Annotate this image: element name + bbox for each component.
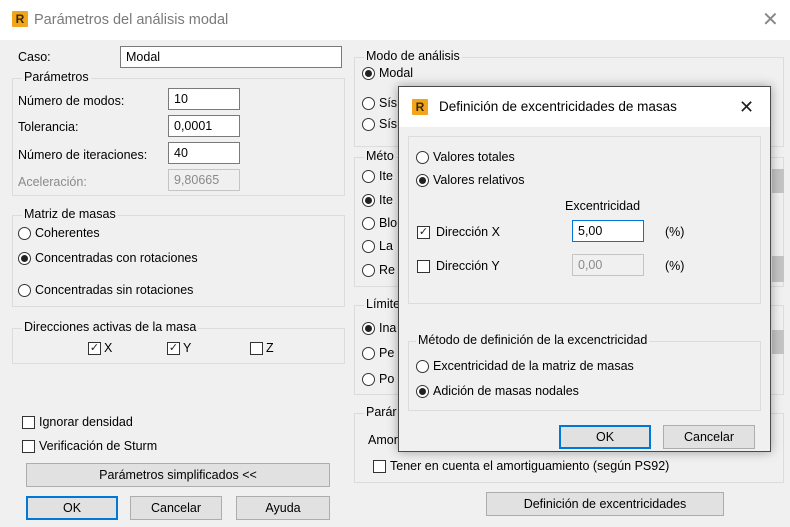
parametros2-legend: Parár <box>364 405 399 419</box>
metodo-excentricidad-legend: Método de definición de la excenctricida… <box>416 333 650 347</box>
num-modos-field[interactable]: 10 <box>168 88 240 110</box>
matriz-masas-legend: Matriz de masas <box>22 207 118 221</box>
excentricidades-dialog: R Definición de excentricidades de masas… <box>398 86 771 452</box>
close-icon[interactable]: ✕ <box>762 10 779 30</box>
excentricidad-matriz-radio[interactable] <box>416 360 429 373</box>
limite-1-label: Ina <box>379 321 397 335</box>
amortiguamiento-field-label: Amor <box>368 433 398 447</box>
app-logo-icon: R <box>12 11 28 27</box>
modo-analisis-legend: Modo de análisis <box>364 49 462 63</box>
tolerancia-field[interactable]: 0,0001 <box>168 115 240 137</box>
aceleracion-field: 9,80665 <box>168 169 240 191</box>
limite-2-label: Pe <box>379 346 395 360</box>
concentradas-con-rotaciones-label: Concentradas con rotaciones <box>35 251 198 265</box>
excentricidad-x-field[interactable]: 5,00 <box>572 220 644 242</box>
title-bar: R Parámetros del análisis modal ✕ <box>0 0 790 40</box>
dialog-title-bar: R Definición de excentricidades de masas… <box>399 87 770 127</box>
num-modos-label: Número de modos: <box>18 94 125 108</box>
excentricidad-x-unit: (%) <box>665 225 685 239</box>
caso-label: Caso: <box>18 50 51 64</box>
parametros-simplificados-button[interactable]: Parámetros simplificados << <box>26 463 330 487</box>
direccion-x-dialog-checkbox[interactable] <box>417 226 430 239</box>
excentricidad-y-unit: (%) <box>665 259 685 273</box>
num-iteraciones-field[interactable]: 40 <box>168 142 240 164</box>
limite-1-radio[interactable] <box>362 322 375 335</box>
direccion-z-checkbox[interactable] <box>250 342 263 355</box>
metodo-row-bar-2 <box>772 256 784 282</box>
direccion-y-dialog-label: Dirección Y <box>436 259 500 273</box>
metodo-2-label: Ite <box>379 193 393 207</box>
main-window: R Parámetros del análisis modal ✕ Caso: … <box>0 0 790 527</box>
modo-sismico-1-radio[interactable] <box>362 97 375 110</box>
metodo-excentricidad-group <box>408 341 761 411</box>
aceleracion-label: Aceleración: <box>18 175 87 189</box>
modo-modal-label: Modal <box>379 66 414 80</box>
cancel-button[interactable]: Cancelar <box>130 496 222 520</box>
direcciones-legend: Direcciones activas de la masa <box>22 320 199 334</box>
excentricidad-matriz-label: Excentricidad de la matriz de masas <box>433 359 634 373</box>
limite-2-radio[interactable] <box>362 347 375 360</box>
dialog-ok-button[interactable]: OK <box>559 425 651 449</box>
help-button[interactable]: Ayuda <box>236 496 330 520</box>
amortiguamiento-checkbox[interactable] <box>373 460 386 473</box>
concentradas-con-rotaciones-radio[interactable] <box>18 252 31 265</box>
direccion-y-dialog-checkbox[interactable] <box>417 260 430 273</box>
tolerancia-label: Tolerancia: <box>18 120 79 134</box>
window-title: Parámetros del análisis modal <box>34 12 229 28</box>
direccion-y-checkbox[interactable] <box>167 342 180 355</box>
dialog-close-icon[interactable]: ✕ <box>739 97 754 117</box>
metodo-4-label: La <box>379 239 393 253</box>
dialog-title: Definición de excentricidades de masas <box>439 99 677 114</box>
valores-totales-label: Valores totales <box>433 150 515 164</box>
ok-button[interactable]: OK <box>26 496 118 520</box>
direccion-y-label: Y <box>183 341 192 355</box>
verificacion-sturm-checkbox[interactable] <box>22 440 35 453</box>
metodo-5-radio[interactable] <box>362 264 375 277</box>
limites-row-bar <box>772 330 784 354</box>
direccion-x-label: X <box>104 341 113 355</box>
definicion-excentricidades-button[interactable]: Definición de excentricidades <box>486 492 724 516</box>
concentradas-sin-rotaciones-label: Concentradas sin rotaciones <box>35 283 194 297</box>
amortiguamiento-label: Tener en cuenta el amortiguamiento (segú… <box>390 459 670 473</box>
direccion-x-checkbox[interactable] <box>88 342 101 355</box>
modo-sismico-1-label: Sís <box>379 96 398 110</box>
excentricidad-header: Excentricidad <box>565 199 641 213</box>
adicion-masas-radio[interactable] <box>416 385 429 398</box>
metodo-5-label: Re <box>379 263 395 277</box>
modo-sismico-2-label: Sís <box>379 117 398 131</box>
caso-field[interactable]: Modal <box>120 46 342 68</box>
metodo-row-bar-1 <box>772 169 784 193</box>
metodo-3-label: Blo <box>379 216 398 230</box>
concentradas-sin-rotaciones-radio[interactable] <box>18 284 31 297</box>
parametros-legend: Parámetros <box>22 70 91 84</box>
metodo-1-radio[interactable] <box>362 170 375 183</box>
ignorar-densidad-checkbox[interactable] <box>22 416 35 429</box>
direccion-z-label: Z <box>266 341 274 355</box>
adicion-masas-label: Adición de masas nodales <box>433 384 579 398</box>
dialog-cancel-button[interactable]: Cancelar <box>663 425 755 449</box>
ignorar-densidad-label: Ignorar densidad <box>39 415 133 429</box>
dialog-app-logo-icon: R <box>412 99 428 115</box>
metodo-1-label: Ite <box>379 169 393 183</box>
metodo-3-radio[interactable] <box>362 217 375 230</box>
valores-totales-radio[interactable] <box>416 151 429 164</box>
num-iteraciones-label: Número de iteraciones: <box>18 148 148 162</box>
modo-modal-radio[interactable] <box>362 67 375 80</box>
metodo-2-radio[interactable] <box>362 194 375 207</box>
modo-sismico-2-radio[interactable] <box>362 118 375 131</box>
coherentes-radio[interactable] <box>18 227 31 240</box>
valores-relativos-radio[interactable] <box>416 174 429 187</box>
direccion-x-dialog-label: Dirección X <box>436 225 500 239</box>
excentricidad-y-field: 0,00 <box>572 254 644 276</box>
verificacion-sturm-label: Verificación de Sturm <box>39 439 158 453</box>
metodo-legend: Méto <box>364 149 396 163</box>
metodo-4-radio[interactable] <box>362 240 375 253</box>
valores-relativos-label: Valores relativos <box>433 173 525 187</box>
limite-3-label: Po <box>379 372 395 386</box>
coherentes-label: Coherentes <box>35 226 100 240</box>
limites-legend: Límite <box>364 297 403 311</box>
limite-3-radio[interactable] <box>362 373 375 386</box>
